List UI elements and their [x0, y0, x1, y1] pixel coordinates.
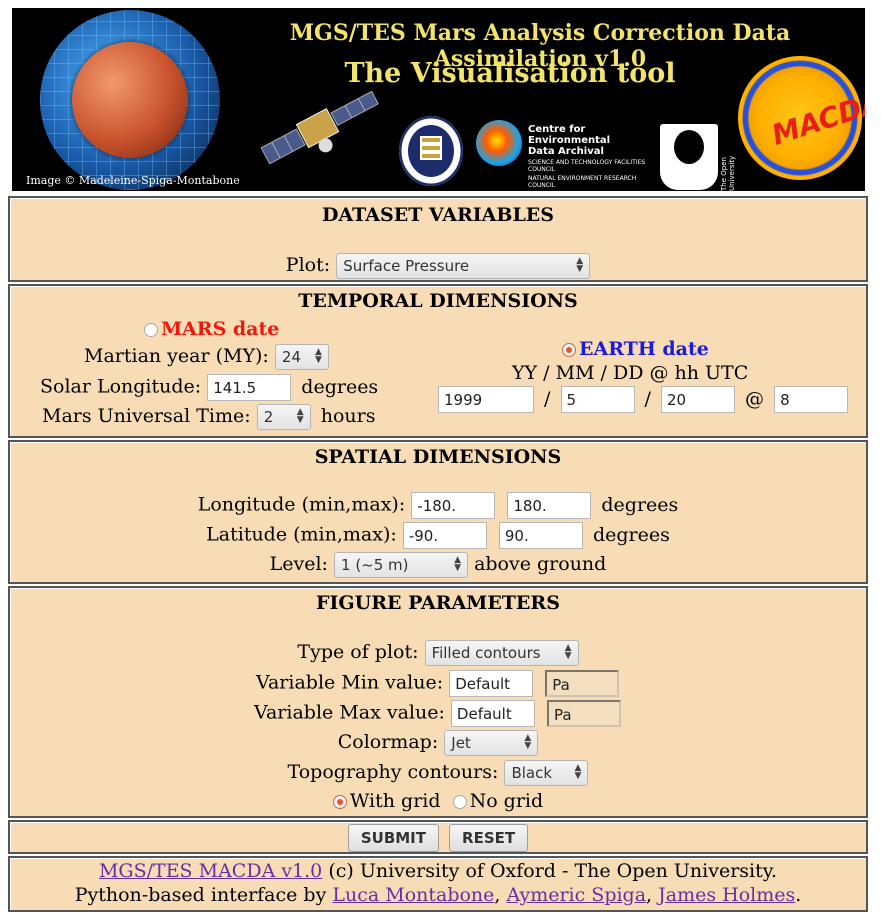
- header-banner: Image © Madeleine-Spiga-Montabone MGS/TE…: [12, 8, 865, 191]
- earth-hour-input[interactable]: 8: [774, 386, 849, 413]
- credits-prefix: Python-based interface by: [74, 884, 333, 906]
- dataset-variables-panel: DATASET VARIABLES Plot: Surface Pressure…: [8, 196, 868, 282]
- hour-separator: @: [745, 387, 765, 410]
- mars-planet-icon: [72, 42, 188, 158]
- latitude-unit: degrees: [592, 523, 670, 546]
- ceda-globe-icon: [476, 120, 522, 166]
- earth-month-input[interactable]: 5: [560, 386, 635, 413]
- submit-button[interactable]: SUBMIT: [347, 824, 439, 852]
- mars-universal-time-label: Mars Universal Time:: [42, 405, 251, 427]
- spatial-dimensions-title: SPATIAL DIMENSIONS: [314, 446, 562, 468]
- variable-max-input[interactable]: Default: [450, 700, 535, 727]
- variable-min-input[interactable]: Default: [449, 670, 534, 697]
- latitude-min-input[interactable]: -90.: [402, 522, 487, 549]
- solar-longitude-input[interactable]: 141.5: [207, 374, 292, 401]
- topography-contours-value: Black: [511, 764, 553, 782]
- image-credit: Image © Madeleine-Spiga-Montabone: [26, 174, 240, 187]
- plot-type-value: Filled contours: [431, 644, 541, 662]
- plot-select[interactable]: Surface Pressure ▲ ▼: [336, 253, 591, 279]
- spatial-dimensions-panel: SPATIAL DIMENSIONS Longitude (min,max): …: [8, 440, 868, 584]
- select-arrows-icon: ▲ ▼: [524, 733, 532, 751]
- temporal-dimensions-panel: TEMPORAL DIMENSIONS MARS date Martian ye…: [8, 284, 868, 438]
- earth-date-label: EARTH date: [579, 338, 709, 360]
- temporal-dimensions-title: TEMPORAL DIMENSIONS: [298, 290, 578, 312]
- ceda-name-line2: Data Archival: [528, 146, 604, 157]
- solar-longitude-label: Solar Longitude:: [40, 375, 202, 398]
- with-grid-radio[interactable]: [332, 795, 347, 809]
- colormap-select[interactable]: Jet ▲ ▼: [444, 730, 539, 756]
- mars-universal-time-unit: hours: [320, 405, 376, 427]
- no-grid-label: No grid: [469, 790, 544, 812]
- longitude-max-input[interactable]: 180.: [507, 492, 592, 519]
- macda-logo-text: MACDA: [767, 85, 865, 152]
- author-link-luca-montabone[interactable]: Luca Montabone: [332, 884, 494, 906]
- plot-type-label: Type of plot:: [297, 641, 419, 663]
- martian-year-value: 24: [281, 348, 301, 366]
- figure-parameters-title: FIGURE PARAMETERS: [316, 592, 560, 614]
- mars-date-label: MARS date: [161, 318, 280, 340]
- variable-max-unit: Pa: [546, 700, 621, 727]
- colormap-label: Colormap:: [337, 731, 439, 753]
- solar-longitude-unit: degrees: [301, 375, 379, 398]
- no-grid-radio[interactable]: [452, 795, 467, 809]
- figure-parameters-panel: FIGURE PARAMETERS Type of plot: Filled c…: [8, 586, 868, 818]
- satellite-icon: [260, 90, 379, 165]
- earth-date-format: YY / MM / DD @ hh UTC: [512, 362, 749, 384]
- select-arrows-icon: ▲ ▼: [576, 256, 584, 274]
- latitude-label: Latitude (min,max):: [206, 523, 397, 546]
- plot-type-select[interactable]: Filled contours ▲ ▼: [424, 640, 579, 666]
- earth-date-radio[interactable]: [562, 343, 576, 357]
- open-university-text: The Open University: [720, 155, 736, 191]
- select-arrows-icon: ▲ ▼: [314, 347, 322, 365]
- longitude-label: Longitude (min,max):: [197, 493, 406, 516]
- select-arrows-icon: ▲ ▼: [564, 643, 572, 661]
- select-arrows-icon: ▲ ▼: [454, 555, 462, 573]
- select-arrows-icon: ▲ ▼: [574, 763, 582, 781]
- martian-year-select[interactable]: 24 ▲ ▼: [274, 344, 329, 370]
- actions-panel: SUBMIT RESET: [8, 820, 868, 854]
- level-label: Level:: [269, 553, 328, 575]
- author-link-aymeric-spiga[interactable]: Aymeric Spiga: [507, 884, 647, 906]
- macda-logo: MACDA: [738, 56, 865, 180]
- colormap-value: Jet: [451, 734, 471, 752]
- footer-panel: MGS/TES MACDA v1.0 (c) University of Oxf…: [8, 856, 868, 912]
- date-separator: /: [644, 387, 651, 410]
- variable-min-unit: Pa: [545, 670, 620, 697]
- ceda-name-line1: Centre for Environmental: [528, 124, 611, 146]
- earth-day-input[interactable]: 20: [661, 386, 735, 413]
- variable-max-label: Variable Max value:: [254, 701, 445, 724]
- date-separator: /: [544, 387, 551, 410]
- mars-universal-time-value: 2: [263, 408, 274, 426]
- level-select-value: 1 (~5 m): [341, 556, 409, 574]
- latitude-max-input[interactable]: 90.: [498, 522, 583, 549]
- ceda-council-line1: SCIENCE AND TECHNOLOGY FACILITIES COUNCI…: [528, 159, 646, 173]
- level-select[interactable]: 1 (~5 m) ▲ ▼: [334, 552, 469, 578]
- mars-date-radio[interactable]: [144, 323, 158, 337]
- plot-label: Plot:: [285, 254, 331, 276]
- ceda-logo: Centre for Environmental Data Archival S…: [476, 118, 651, 189]
- separator: ,: [494, 884, 507, 906]
- mars-universal-time-select[interactable]: 2 ▲ ▼: [256, 404, 311, 430]
- author-link-james-holmes[interactable]: James Holmes: [658, 884, 795, 906]
- topography-contours-select[interactable]: Black ▲ ▼: [504, 760, 589, 786]
- longitude-min-input[interactable]: -180.: [411, 492, 496, 519]
- topography-contours-label: Topography contours:: [287, 761, 499, 783]
- period: .: [795, 884, 802, 906]
- select-arrows-icon: ▲ ▼: [296, 407, 304, 425]
- with-grid-label: With grid: [349, 790, 441, 812]
- variable-min-label: Variable Min value:: [256, 671, 444, 694]
- oxford-crest-icon: [399, 116, 463, 186]
- dataset-variables-title: DATASET VARIABLES: [321, 204, 555, 226]
- copyright-text: (c) University of Oxford - The Open Univ…: [322, 860, 778, 882]
- ceda-council-line2: NATURAL ENVIRONMENT RESEARCH COUNCIL: [528, 175, 637, 189]
- earth-year-input[interactable]: 1999: [438, 386, 534, 413]
- separator: ,: [646, 884, 659, 906]
- level-unit: above ground: [474, 553, 607, 575]
- longitude-unit: degrees: [601, 493, 679, 516]
- macda-link[interactable]: MGS/TES MACDA v1.0: [99, 860, 322, 882]
- martian-year-label: Martian year (MY):: [84, 345, 269, 367]
- plot-select-value: Surface Pressure: [343, 257, 470, 275]
- reset-button[interactable]: RESET: [449, 824, 529, 852]
- open-university-logo: [660, 124, 718, 190]
